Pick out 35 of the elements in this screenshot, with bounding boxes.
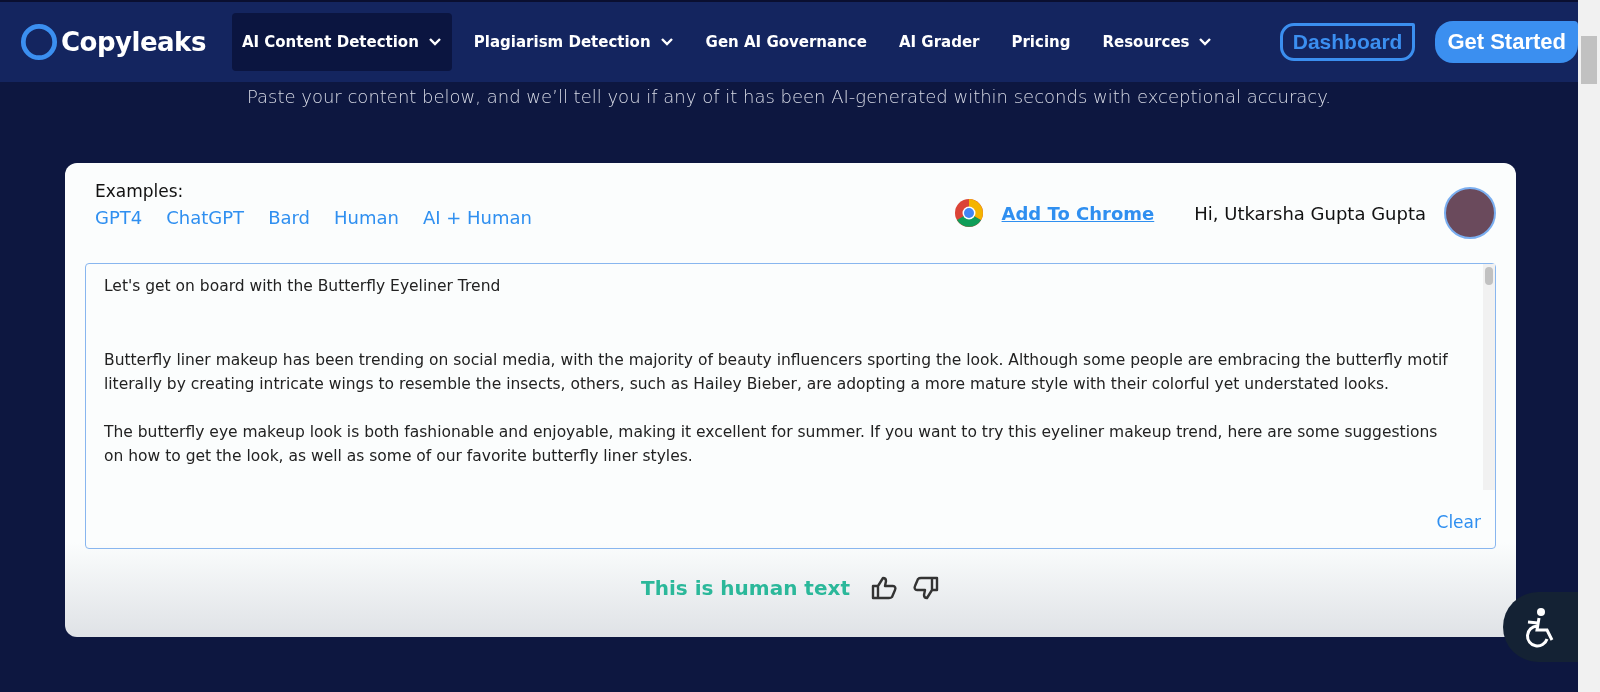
text-input-field[interactable] (85, 263, 1496, 549)
page-scrollbar[interactable] (1578, 0, 1600, 692)
example-link[interactable]: Bard (268, 207, 310, 228)
dashboard-button[interactable]: Dashboard (1279, 23, 1416, 61)
example-link[interactable]: GPT4 (95, 207, 143, 228)
accessibility-button[interactable] (1503, 592, 1578, 662)
avatar-circle[interactable] (1444, 187, 1496, 239)
nav-menu-item[interactable]: Resources (1092, 13, 1223, 71)
nav-menu-item[interactable]: AI Content Detection (231, 13, 452, 71)
chevron-down-icon (659, 37, 674, 47)
get-started-button[interactable]: Get Started (1435, 21, 1578, 63)
text-paragraph: Butterfly liner makeup has been trending on social media, with the majority of beauty influencers sporting the look. Although some people are embracing the butterfly motif literally by creating intricate wings to resemble the insects, others, such as Hailey Bieber, are adopting a more mature style with their colorful yet understated looks. (104, 350, 1449, 395)
nav-menu-item[interactable]: Gen AI Governance (695, 13, 877, 71)
scrollbar[interactable] (1483, 264, 1495, 490)
nav-menu-item[interactable]: Pricing (1001, 13, 1081, 71)
example-link[interactable]: Human (334, 207, 399, 228)
nav-menu-item[interactable]: Plagiarism Detection (463, 13, 684, 71)
text-paragraph: The butterfly eye makeup look is both fashionable and enjoyable, making it excellent for summer. If you want to try this eyeliner makeup trend, here are some suggestions on how to get the look, as well as some of our favorite butterfly liner styles. (104, 422, 1439, 467)
thumbs-down-icon[interactable] (911, 575, 940, 601)
clear-link[interactable]: Clear (1436, 512, 1481, 532)
chevron-down-icon (427, 37, 442, 47)
nav-menu-item[interactable]: AI Grader (888, 13, 990, 71)
logo[interactable]: Copyleaks (20, 23, 206, 61)
user-greeting: Hi, Utkarsha Gupta Gupta (1194, 202, 1426, 224)
thumbs-up-icon[interactable] (869, 575, 898, 601)
result-text: This is human text (641, 576, 850, 600)
subtitle-text: Paste your content below, and we’ll tell you if any of it has been AI-generated within seconds with exceptional accuracy. (245, 86, 1333, 107)
chrome-logo-icon (953, 198, 984, 228)
examples-label: Examples: (95, 181, 185, 201)
text-title: Let's get on board with the Butterfly Eyeliner Trend (104, 276, 502, 297)
chevron-down-icon (1198, 37, 1213, 47)
example-link[interactable]: AI + Human (422, 207, 532, 228)
add-to-chrome-link[interactable]: Add To Chrome (1001, 202, 1155, 224)
example-link[interactable]: ChatGPT (166, 207, 245, 228)
ring-logo-icon (20, 23, 58, 61)
